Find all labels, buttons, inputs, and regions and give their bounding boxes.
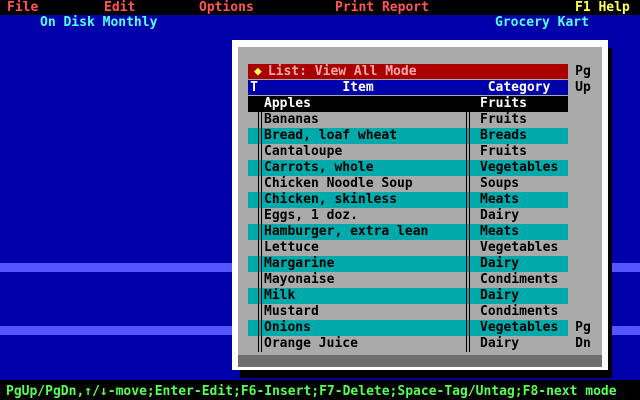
list-item[interactable]: Lettuce Vegetables bbox=[248, 240, 568, 256]
subtitle-left: On Disk Monthly bbox=[40, 15, 158, 30]
item-cell: Apples bbox=[264, 96, 311, 111]
menu-help[interactable]: F1 Help bbox=[575, 0, 630, 15]
category-cell: Dairy bbox=[480, 336, 520, 351]
list-item[interactable]: Margarine Dairy bbox=[248, 256, 568, 272]
item-cell: Bread, loaf wheat bbox=[264, 128, 398, 143]
status-pgup-pgdn: PgUp/PgDn, bbox=[6, 384, 85, 399]
category-cell: Dairy bbox=[480, 208, 520, 223]
list-item[interactable]: Mayonaise Condiments bbox=[248, 272, 568, 288]
list-item[interactable]: Cantaloupe Fruits bbox=[248, 144, 568, 160]
status-f8-next-mode: F8-next mode bbox=[522, 384, 617, 399]
item-cell: Cantaloupe bbox=[264, 144, 343, 159]
window-bottom-border bbox=[238, 355, 602, 367]
item-cell: Lettuce bbox=[264, 240, 319, 255]
category-cell: Vegetables bbox=[480, 240, 559, 255]
status-bar: PgUp/PgDn,↑/↓-move;Enter-Edit;F6-Insert;… bbox=[0, 383, 640, 400]
item-cell: Orange Juice bbox=[264, 336, 358, 351]
category-cell: Condiments bbox=[480, 272, 559, 287]
category-cell: Dairy bbox=[480, 256, 520, 271]
status-enter-edit: Enter-Edit; bbox=[154, 384, 241, 399]
status-f7-delete: F7-Delete; bbox=[319, 384, 398, 399]
header-category[interactable]: Category bbox=[470, 80, 568, 95]
column-divider-left bbox=[258, 96, 262, 352]
list-item[interactable]: Onions Vegetables bbox=[248, 320, 568, 336]
item-cell: Eggs, 1 doz. bbox=[264, 208, 358, 223]
list-item[interactable]: Chicken, skinless Meats bbox=[248, 192, 568, 208]
menu-print-report[interactable]: Print Report bbox=[335, 0, 429, 15]
list-item[interactable]: Bread, loaf wheat Breads bbox=[248, 128, 568, 144]
diamond-icon: ◆ bbox=[254, 64, 262, 79]
item-cell: Hamburger, extra lean bbox=[264, 224, 429, 239]
menu-edit[interactable]: Edit bbox=[104, 0, 135, 15]
status-space-tag: Space-Tag/Untag; bbox=[397, 384, 523, 399]
status-f6-insert: F6-Insert; bbox=[240, 384, 320, 399]
item-cell: Bananas bbox=[264, 112, 319, 127]
category-cell: Condiments bbox=[480, 304, 559, 319]
category-cell: Fruits bbox=[480, 112, 527, 127]
list-item[interactable]: Carrots, whole Vegetables bbox=[248, 160, 568, 176]
menu-options[interactable]: Options bbox=[199, 0, 254, 15]
item-cell: Margarine bbox=[264, 256, 335, 271]
window-title-text: List: View All Mode bbox=[267, 64, 417, 79]
subtitle-right: Grocery Kart bbox=[495, 15, 589, 30]
list-item[interactable]: Orange Juice Dairy bbox=[248, 336, 568, 352]
list-item[interactable]: Hamburger, extra lean Meats bbox=[248, 224, 568, 240]
menu-file[interactable]: File bbox=[7, 0, 38, 15]
item-cell: Mayonaise bbox=[264, 272, 335, 287]
menu-bar: File Edit Options Print Report F1 Help bbox=[0, 0, 640, 15]
category-cell: Soups bbox=[480, 176, 520, 191]
page-up-label-2[interactable]: Up bbox=[570, 80, 596, 95]
item-cell: Chicken Noodle Soup bbox=[264, 176, 413, 191]
column-divider-right bbox=[466, 96, 470, 352]
page-up-label-1[interactable]: Pg bbox=[570, 64, 596, 79]
list-window-title: ◆ List: View All Mode bbox=[248, 64, 568, 79]
category-cell: Dairy bbox=[480, 288, 520, 303]
category-cell: Vegetables bbox=[480, 320, 559, 335]
category-cell: Fruits bbox=[480, 96, 527, 111]
page-down-label-2[interactable]: Dn bbox=[570, 336, 596, 351]
list-item[interactable]: Eggs, 1 doz. Dairy bbox=[248, 208, 568, 224]
status-move: ↑/↓-move; bbox=[84, 384, 155, 399]
header-item[interactable]: Item bbox=[262, 80, 454, 95]
list-item[interactable]: Chicken Noodle Soup Soups bbox=[248, 176, 568, 192]
category-cell: Meats bbox=[480, 192, 520, 207]
category-cell: Vegetables bbox=[480, 160, 559, 175]
list-item[interactable]: Milk Dairy bbox=[248, 288, 568, 304]
item-cell: Mustard bbox=[264, 304, 319, 319]
list-item[interactable]: Bananas Fruits bbox=[248, 112, 568, 128]
page-down-label-1[interactable]: Pg bbox=[570, 320, 596, 335]
category-cell: Fruits bbox=[480, 144, 527, 159]
item-cell: Chicken, skinless bbox=[264, 192, 398, 207]
column-header-row: T Item Category bbox=[248, 80, 568, 95]
header-tag: T bbox=[250, 80, 258, 95]
item-cell: Milk bbox=[264, 288, 296, 303]
list-item[interactable]: Apples Fruits bbox=[248, 96, 568, 112]
category-cell: Breads bbox=[480, 128, 527, 143]
item-cell: Carrots, whole bbox=[264, 160, 374, 175]
list-item[interactable]: Mustard Condiments bbox=[248, 304, 568, 320]
item-cell: Onions bbox=[264, 320, 311, 335]
category-cell: Meats bbox=[480, 224, 520, 239]
